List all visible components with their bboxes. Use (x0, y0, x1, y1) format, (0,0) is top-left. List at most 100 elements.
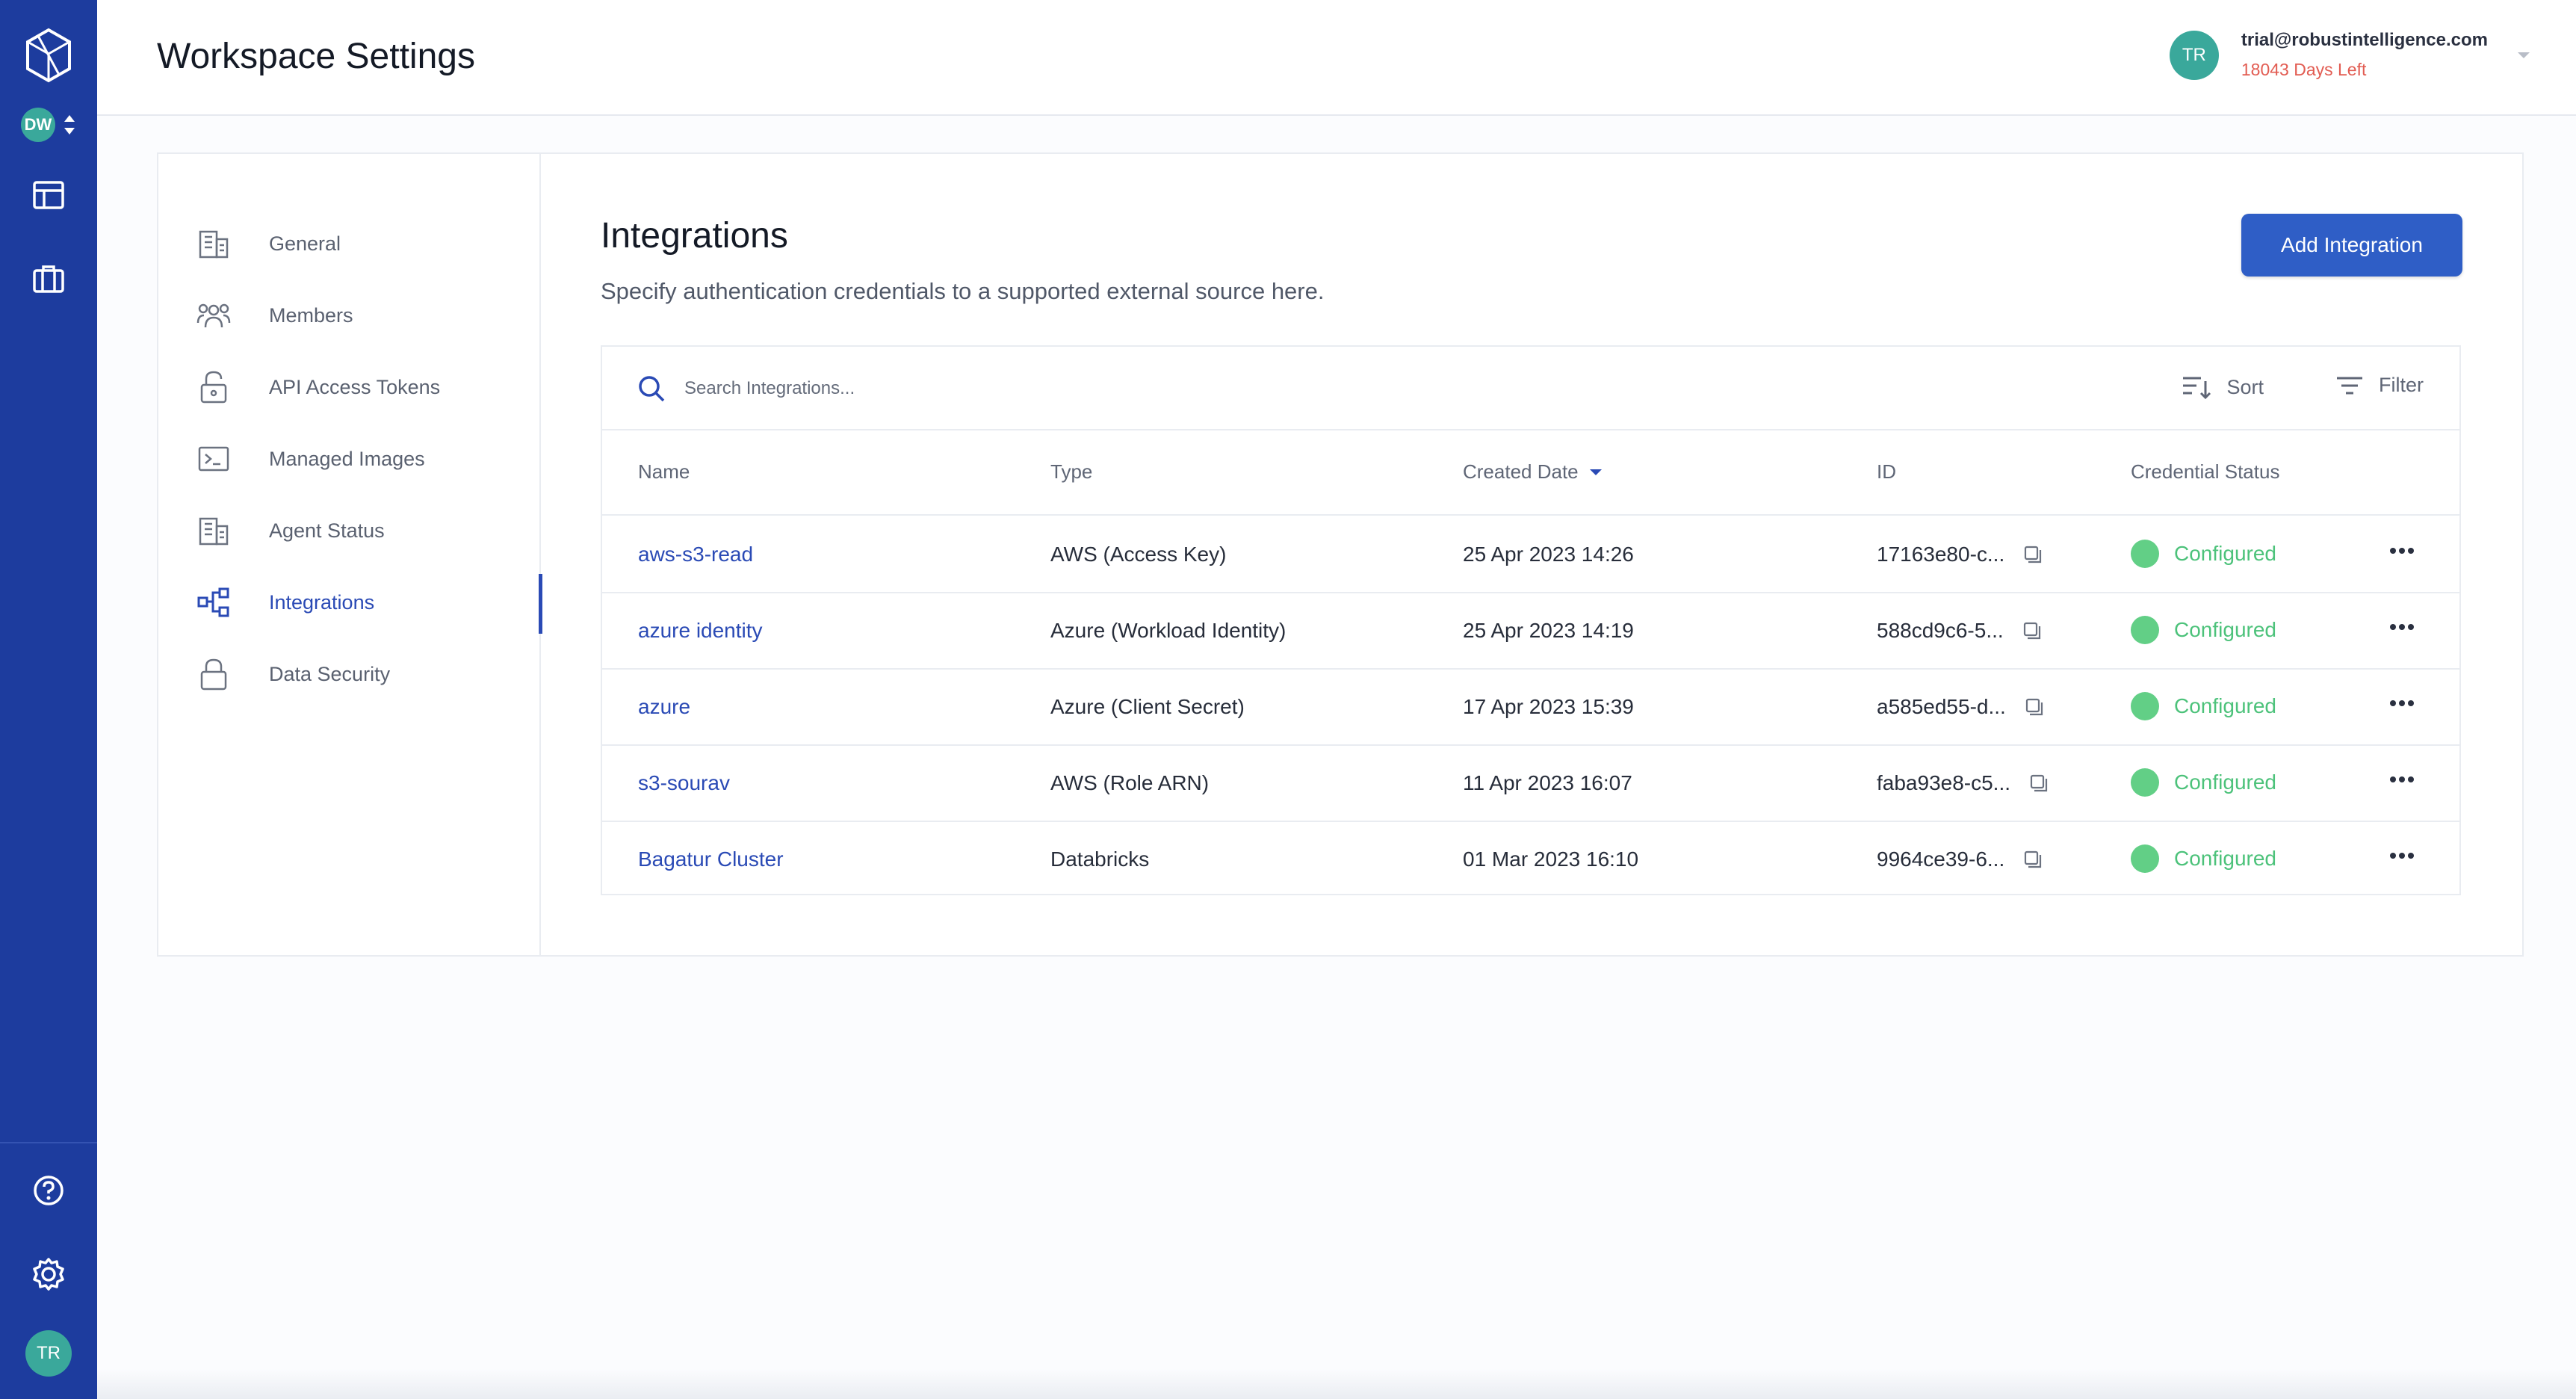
more-options-icon[interactable] (2389, 700, 2415, 707)
section-subtitle: Specify authentication credentials to a … (601, 278, 1325, 304)
table-row[interactable]: Bagatur Cluster Databricks 01 Mar 2023 1… (602, 822, 2459, 898)
lock-icon (196, 656, 232, 692)
integration-created-date: 17 Apr 2023 15:39 (1463, 695, 1634, 718)
copy-icon[interactable] (2022, 544, 2043, 565)
integration-type: Azure (Workload Identity) (1050, 619, 1287, 642)
user-menu[interactable]: TR trial@robustintelligence.com 18043 Da… (2169, 30, 2531, 80)
nav-label: Managed Images (269, 447, 425, 470)
table-row[interactable]: azure Azure (Client Secret) 17 Apr 2023 … (602, 670, 2459, 746)
integration-name-link[interactable]: aws-s3-read (638, 543, 753, 566)
table-toolbar: Sort Filter (602, 347, 2459, 430)
settings-icon[interactable] (22, 1248, 75, 1300)
status-dot-icon (2131, 768, 2159, 797)
nav-item-agent-status[interactable]: Agent Status (196, 508, 541, 553)
workspace-badge: DW (21, 108, 55, 142)
briefcase-icon[interactable] (22, 253, 75, 305)
integration-created-date: 25 Apr 2023 14:26 (1463, 543, 1634, 566)
nav-label: Integrations (269, 590, 375, 614)
copy-icon[interactable] (2022, 849, 2043, 870)
nav-label: API Access Tokens (269, 375, 441, 398)
header: Workspace Settings TR trial@robustintell… (97, 0, 2576, 116)
integration-type: AWS (Access Key) (1050, 543, 1227, 566)
table-row[interactable]: azure identity Azure (Workload Identity)… (602, 593, 2459, 670)
sort-label: Sort (2226, 375, 2264, 398)
more-options-icon[interactable] (2389, 776, 2415, 783)
layout-icon[interactable] (22, 169, 75, 221)
integration-id: 588cd9c6-5... (1877, 619, 2043, 643)
table-header: Name Type Created Date ID Credential Sta… (602, 430, 2459, 516)
more-options-icon[interactable] (2389, 623, 2415, 631)
integrations-icon (196, 584, 232, 620)
integration-name-link[interactable]: s3-sourav (638, 771, 730, 795)
table-row[interactable]: aws-s3-read AWS (Access Key) 25 Apr 2023… (602, 517, 2459, 593)
nav-item-integrations[interactable]: Integrations (196, 574, 542, 634)
credential-status: Configured (2131, 768, 2276, 797)
nav-label: Data Security (269, 662, 391, 685)
column-header-id[interactable]: ID (1877, 460, 1896, 484)
column-header-type[interactable]: Type (1050, 460, 1092, 484)
integration-created-date: 01 Mar 2023 16:10 (1463, 847, 1639, 871)
trial-days-left: 18043 Days Left (2241, 60, 2367, 79)
workspace-switch-icon (64, 115, 75, 135)
integration-type: AWS (Role ARN) (1050, 771, 1210, 794)
page-title: Workspace Settings (157, 37, 475, 76)
column-header-credential-status[interactable]: Credential Status (2131, 460, 2279, 484)
more-options-icon[interactable] (2389, 852, 2415, 859)
integration-name-link[interactable]: azure (638, 695, 690, 719)
filter-button[interactable]: Filter (2335, 374, 2424, 397)
left-rail: DW TR (0, 0, 97, 1399)
sort-button[interactable]: Sort (2182, 374, 2264, 401)
nav-item-api-access-tokens[interactable]: API Access Tokens (196, 365, 541, 410)
page-bottom-shadow (97, 1369, 2576, 1399)
status-dot-icon (2131, 616, 2159, 644)
caret-down-icon (1589, 469, 1602, 475)
filter-icon (2337, 377, 2362, 394)
credential-status: Configured (2131, 616, 2276, 644)
column-header-name[interactable]: Name (638, 460, 690, 484)
column-header-label: Created Date (1463, 460, 1579, 483)
integration-type: Databricks (1050, 847, 1150, 871)
integration-created-date: 25 Apr 2023 14:19 (1463, 619, 1634, 642)
nav-label: Members (269, 303, 353, 327)
integration-name-link[interactable]: Bagatur Cluster (638, 847, 784, 871)
column-header-created-date[interactable]: Created Date (1463, 460, 1603, 484)
nav-item-general[interactable]: General (196, 221, 541, 266)
integrations-table: Sort Filter Name Type Created Date ID Cr… (601, 345, 2461, 895)
copy-icon[interactable] (2028, 773, 2049, 794)
integration-type: Azure (Client Secret) (1050, 695, 1245, 718)
avatar[interactable]: TR (25, 1330, 72, 1377)
integration-id: a585ed55-d... (1877, 695, 2045, 719)
integration-id: 9964ce39-6... (1877, 847, 2043, 871)
help-icon[interactable] (22, 1164, 75, 1217)
status-dot-icon (2131, 540, 2159, 568)
status-badge: Configured (2174, 542, 2276, 565)
integration-id: 17163e80-c... (1877, 543, 2043, 566)
logo-icon[interactable] (25, 27, 72, 84)
nav-item-managed-images[interactable]: Managed Images (196, 436, 541, 481)
status-badge: Configured (2174, 770, 2276, 794)
section-title: Integrations (601, 216, 788, 256)
workspace-switcher[interactable]: DW (21, 108, 76, 142)
copy-icon[interactable] (2024, 697, 2045, 717)
settings-panel: General Members API Access Tokens Manage… (157, 152, 2524, 957)
nav-label: General (269, 232, 341, 255)
integration-name-link[interactable]: azure identity (638, 619, 763, 643)
integration-id-value: 17163e80-c... (1877, 543, 2005, 566)
nav-item-members[interactable]: Members (196, 293, 541, 338)
chevron-down-icon[interactable] (2516, 51, 2531, 60)
search-input[interactable] (684, 371, 1730, 407)
building-icon (196, 513, 232, 549)
status-dot-icon (2131, 844, 2159, 873)
more-options-icon[interactable] (2389, 547, 2415, 555)
credential-status: Configured (2131, 692, 2276, 720)
status-badge: Configured (2174, 694, 2276, 717)
table-row[interactable]: s3-sourav AWS (Role ARN) 11 Apr 2023 16:… (602, 746, 2459, 822)
status-badge: Configured (2174, 618, 2276, 641)
add-integration-button[interactable]: Add Integration (2241, 214, 2462, 277)
copy-icon[interactable] (2022, 620, 2043, 641)
status-dot-icon (2131, 692, 2159, 720)
terminal-icon (196, 441, 232, 477)
integration-created-date: 11 Apr 2023 16:07 (1463, 771, 1632, 794)
user-info: trial@robustintelligence.com 18043 Days … (2241, 30, 2488, 80)
nav-item-data-security[interactable]: Data Security (196, 652, 541, 697)
